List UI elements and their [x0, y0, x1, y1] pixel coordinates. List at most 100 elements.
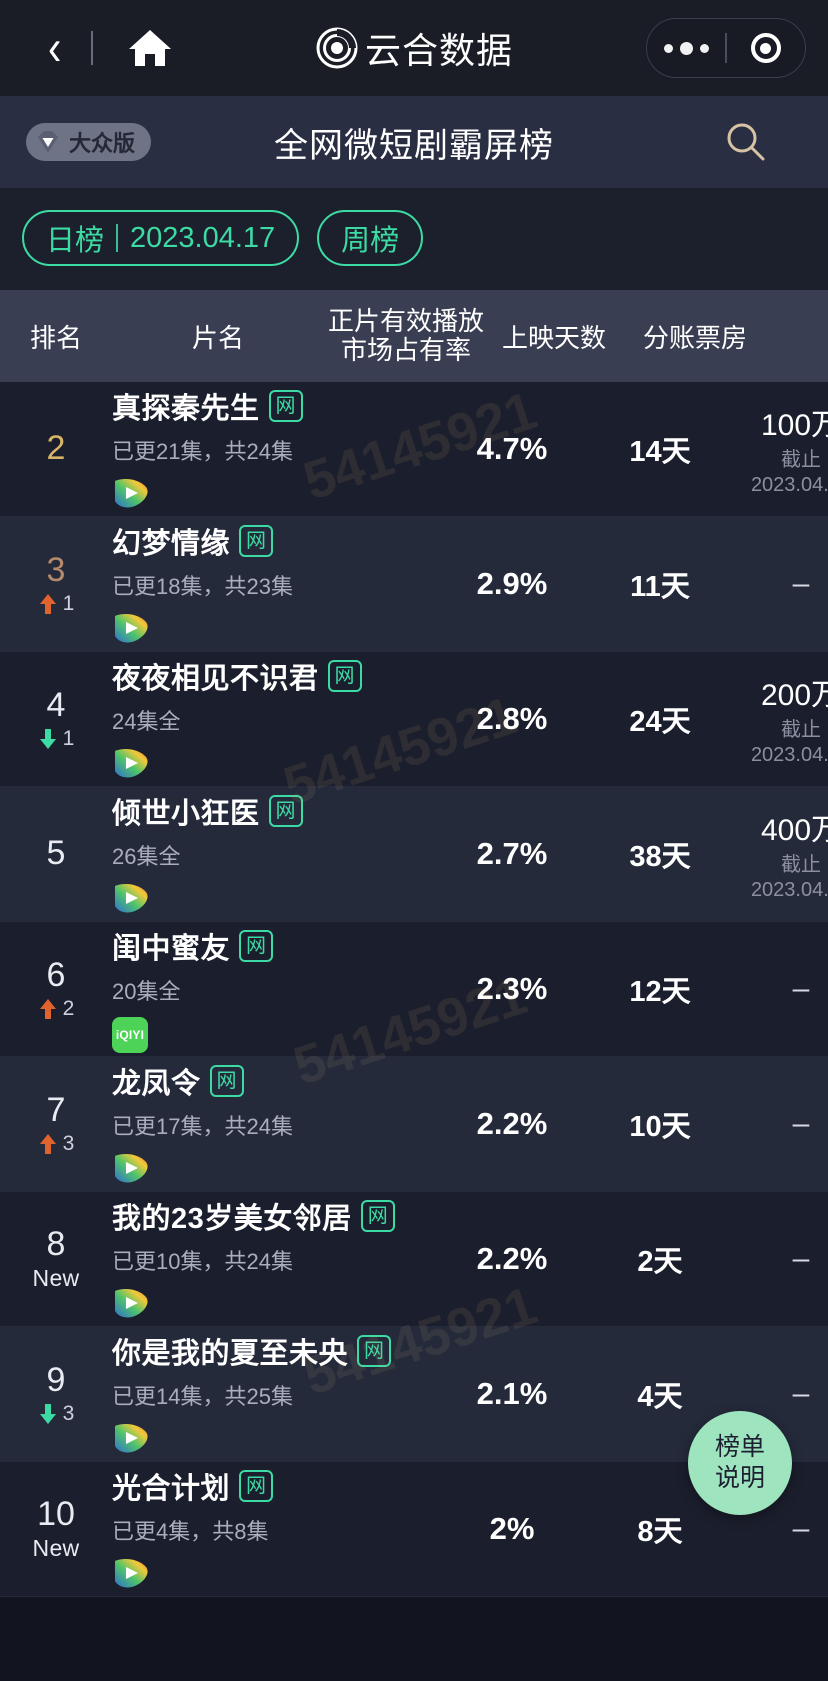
column-header-share: 正片有效播放 市场占有率 — [324, 305, 488, 365]
show-title-line: 幻梦情缘 网 — [112, 520, 430, 562]
release-days-value: 4天 — [637, 1381, 683, 1413]
tencent-video-icon — [112, 1152, 150, 1189]
table-row[interactable]: 6 2 闺中蜜友 网 20集全 iQIYI 2.3% 12天 – › — [0, 922, 828, 1057]
episode-info: 已更21集，共24集 — [112, 439, 293, 464]
show-title-line: 倾世小狂医 网 — [112, 790, 430, 832]
column-header-days: 上映天数 — [501, 322, 606, 353]
rank-cell: 3 1 — [0, 551, 112, 615]
filter-chip-daily[interactable]: 日榜 2023.04.17 — [22, 210, 300, 266]
rank-cell: 2 — [0, 429, 112, 467]
episode-info: 26集全 — [112, 844, 181, 869]
home-icon[interactable] — [127, 27, 173, 69]
filter-weekly-label: 周榜 — [341, 225, 400, 257]
arrow-down-icon — [38, 728, 58, 750]
target-circle-icon[interactable] — [727, 33, 805, 63]
rank-delta-value: 2 — [62, 996, 75, 1020]
show-cell[interactable]: 倾世小狂医 网 26集全 — [112, 790, 430, 918]
episode-info: 已更14集，共25集 — [112, 1384, 293, 1409]
box-office-cell: 200万 截止2023.04.09 — [726, 670, 828, 768]
show-cell[interactable]: 真探秦先生 网 已更21集，共24集 — [112, 385, 430, 513]
episode-info: 24集全 — [112, 709, 181, 734]
arrow-up-icon — [38, 998, 58, 1020]
rank-number: 9 — [46, 1361, 66, 1400]
show-title: 真探秦先生 — [112, 393, 260, 425]
market-share-value: 2.9% — [476, 566, 548, 601]
rank-delta-value: 3 — [62, 1131, 75, 1155]
filter-bar: 日榜 2023.04.17 周榜 — [0, 188, 828, 290]
release-days-value: 11天 — [630, 571, 690, 603]
fab-line1: 榜单 — [714, 1432, 765, 1461]
episode-info: 20集全 — [112, 979, 181, 1004]
web-tag: 网 — [239, 1470, 274, 1502]
box-office-value: 400万 — [760, 814, 828, 847]
box-office-cell: 100万 截止2023.04.09 — [726, 400, 828, 498]
web-tag: 网 — [268, 390, 303, 422]
platform-icon-wrap — [112, 1557, 430, 1593]
nav-divider — [91, 31, 94, 65]
filter-chip-weekly[interactable]: 周榜 — [317, 210, 424, 266]
show-title-line: 龙凤令 网 — [112, 1060, 430, 1102]
web-tag: 网 — [239, 525, 274, 557]
show-title: 你是我的夏至未央 — [112, 1338, 349, 1370]
platform-icon-wrap: iQIYI — [112, 1017, 430, 1053]
filter-daily-label: 日榜 — [46, 225, 105, 257]
rank-cell: 9 3 — [0, 1361, 112, 1425]
web-tag: 网 — [360, 1200, 395, 1232]
table-header: 排名 片名 正片有效播放 市场占有率 上映天数 分账票房 — [0, 290, 828, 382]
tencent-video-icon — [112, 1422, 150, 1459]
show-title-line: 闺中蜜友 网 — [112, 925, 430, 967]
show-cell[interactable]: 龙凤令 网 已更17集，共24集 — [112, 1060, 430, 1188]
box-office-value: – — [792, 972, 810, 1005]
tencent-video-icon — [112, 477, 150, 514]
version-badge[interactable]: 大众版 — [26, 123, 152, 161]
show-cell[interactable]: 你是我的夏至未央 网 已更14集，共25集 — [112, 1330, 430, 1458]
rank-cell: 5 — [0, 834, 112, 872]
table-row[interactable]: 2 真探秦先生 网 已更21集，共24集 4.7% 14天 100万 截止 202… — [0, 382, 828, 517]
rank-new-badge: New — [32, 1265, 80, 1292]
rank-cell: 4 1 — [0, 686, 112, 750]
search-icon[interactable] — [720, 116, 772, 168]
box-office-value: 200万 — [760, 679, 828, 712]
table-row[interactable]: 8 New 我的23岁美女邻居 网 已更10集，共24集 2.2% 2天 – › — [0, 1192, 828, 1327]
column-header-share-line1: 正片有效播放 — [327, 305, 484, 336]
rank-number: 6 — [46, 956, 66, 995]
ranking-explanation-button[interactable]: 榜单 说明 — [688, 1411, 792, 1515]
table-row[interactable]: 4 1 夜夜相见不识君 网 24集全 2.8% 24天 200万 截止 2023.… — [0, 652, 828, 787]
show-cell[interactable]: 光合计划 网 已更4集，共8集 — [112, 1465, 430, 1593]
show-cell[interactable]: 夜夜相见不识君 网 24集全 — [112, 655, 430, 783]
show-cell[interactable]: 幻梦情缘 网 已更18集，共23集 — [112, 520, 430, 648]
release-days-value: 14天 — [629, 436, 691, 468]
rank-number: 10 — [37, 1494, 75, 1533]
tencent-video-icon — [112, 1557, 150, 1594]
show-cell[interactable]: 闺中蜜友 网 20集全 iQIYI — [112, 925, 430, 1053]
column-header-rank: 排名 — [29, 322, 82, 353]
platform-icon-wrap — [112, 1422, 430, 1458]
show-title: 倾世小狂医 — [112, 798, 260, 830]
rank-new-badge: New — [32, 1535, 80, 1562]
market-share-value: 2.2% — [476, 1241, 548, 1276]
box-office-cell: 400万 截止2023.04.16 — [726, 805, 828, 903]
market-share-value: 2% — [489, 1511, 535, 1546]
web-tag: 网 — [357, 1335, 392, 1367]
back-icon[interactable]: ‹ — [48, 23, 61, 73]
iqiyi-icon: iQIYI — [112, 1017, 148, 1053]
show-title: 幻梦情缘 — [112, 528, 231, 560]
table-row[interactable]: 5 倾世小狂医 网 26集全 2.7% 38天 400万 截止2023.04.1… — [0, 787, 828, 922]
more-dots-icon[interactable] — [647, 41, 725, 55]
platform-icon-wrap — [112, 1287, 430, 1323]
box-office-cell: – — [726, 567, 828, 601]
fab-line2: 说明 — [714, 1464, 765, 1492]
rank-delta-value: 1 — [62, 591, 75, 615]
table-row[interactable]: 3 1 幻梦情缘 网 已更18集，共23集 2.9% 11天 – › — [0, 517, 828, 652]
rank-cell: 7 3 — [0, 1091, 112, 1155]
show-title-line: 我的23岁美女邻居 网 — [112, 1195, 430, 1237]
ranking-list: 2 真探秦先生 网 已更21集，共24集 4.7% 14天 100万 截止 202… — [0, 382, 828, 1597]
platform-icon-wrap — [112, 747, 430, 783]
filter-daily-date: 2023.04.17 — [130, 221, 276, 254]
web-tag: 网 — [268, 795, 303, 827]
web-tag: 网 — [239, 930, 274, 962]
table-row[interactable]: 7 3 龙凤令 网 已更17集，共24集 2.2% 10天 – › — [0, 1057, 828, 1192]
box-office-cell: – — [726, 1512, 828, 1546]
rank-number: 7 — [46, 1091, 66, 1130]
show-cell[interactable]: 我的23岁美女邻居 网 已更10集，共24集 — [112, 1195, 430, 1323]
